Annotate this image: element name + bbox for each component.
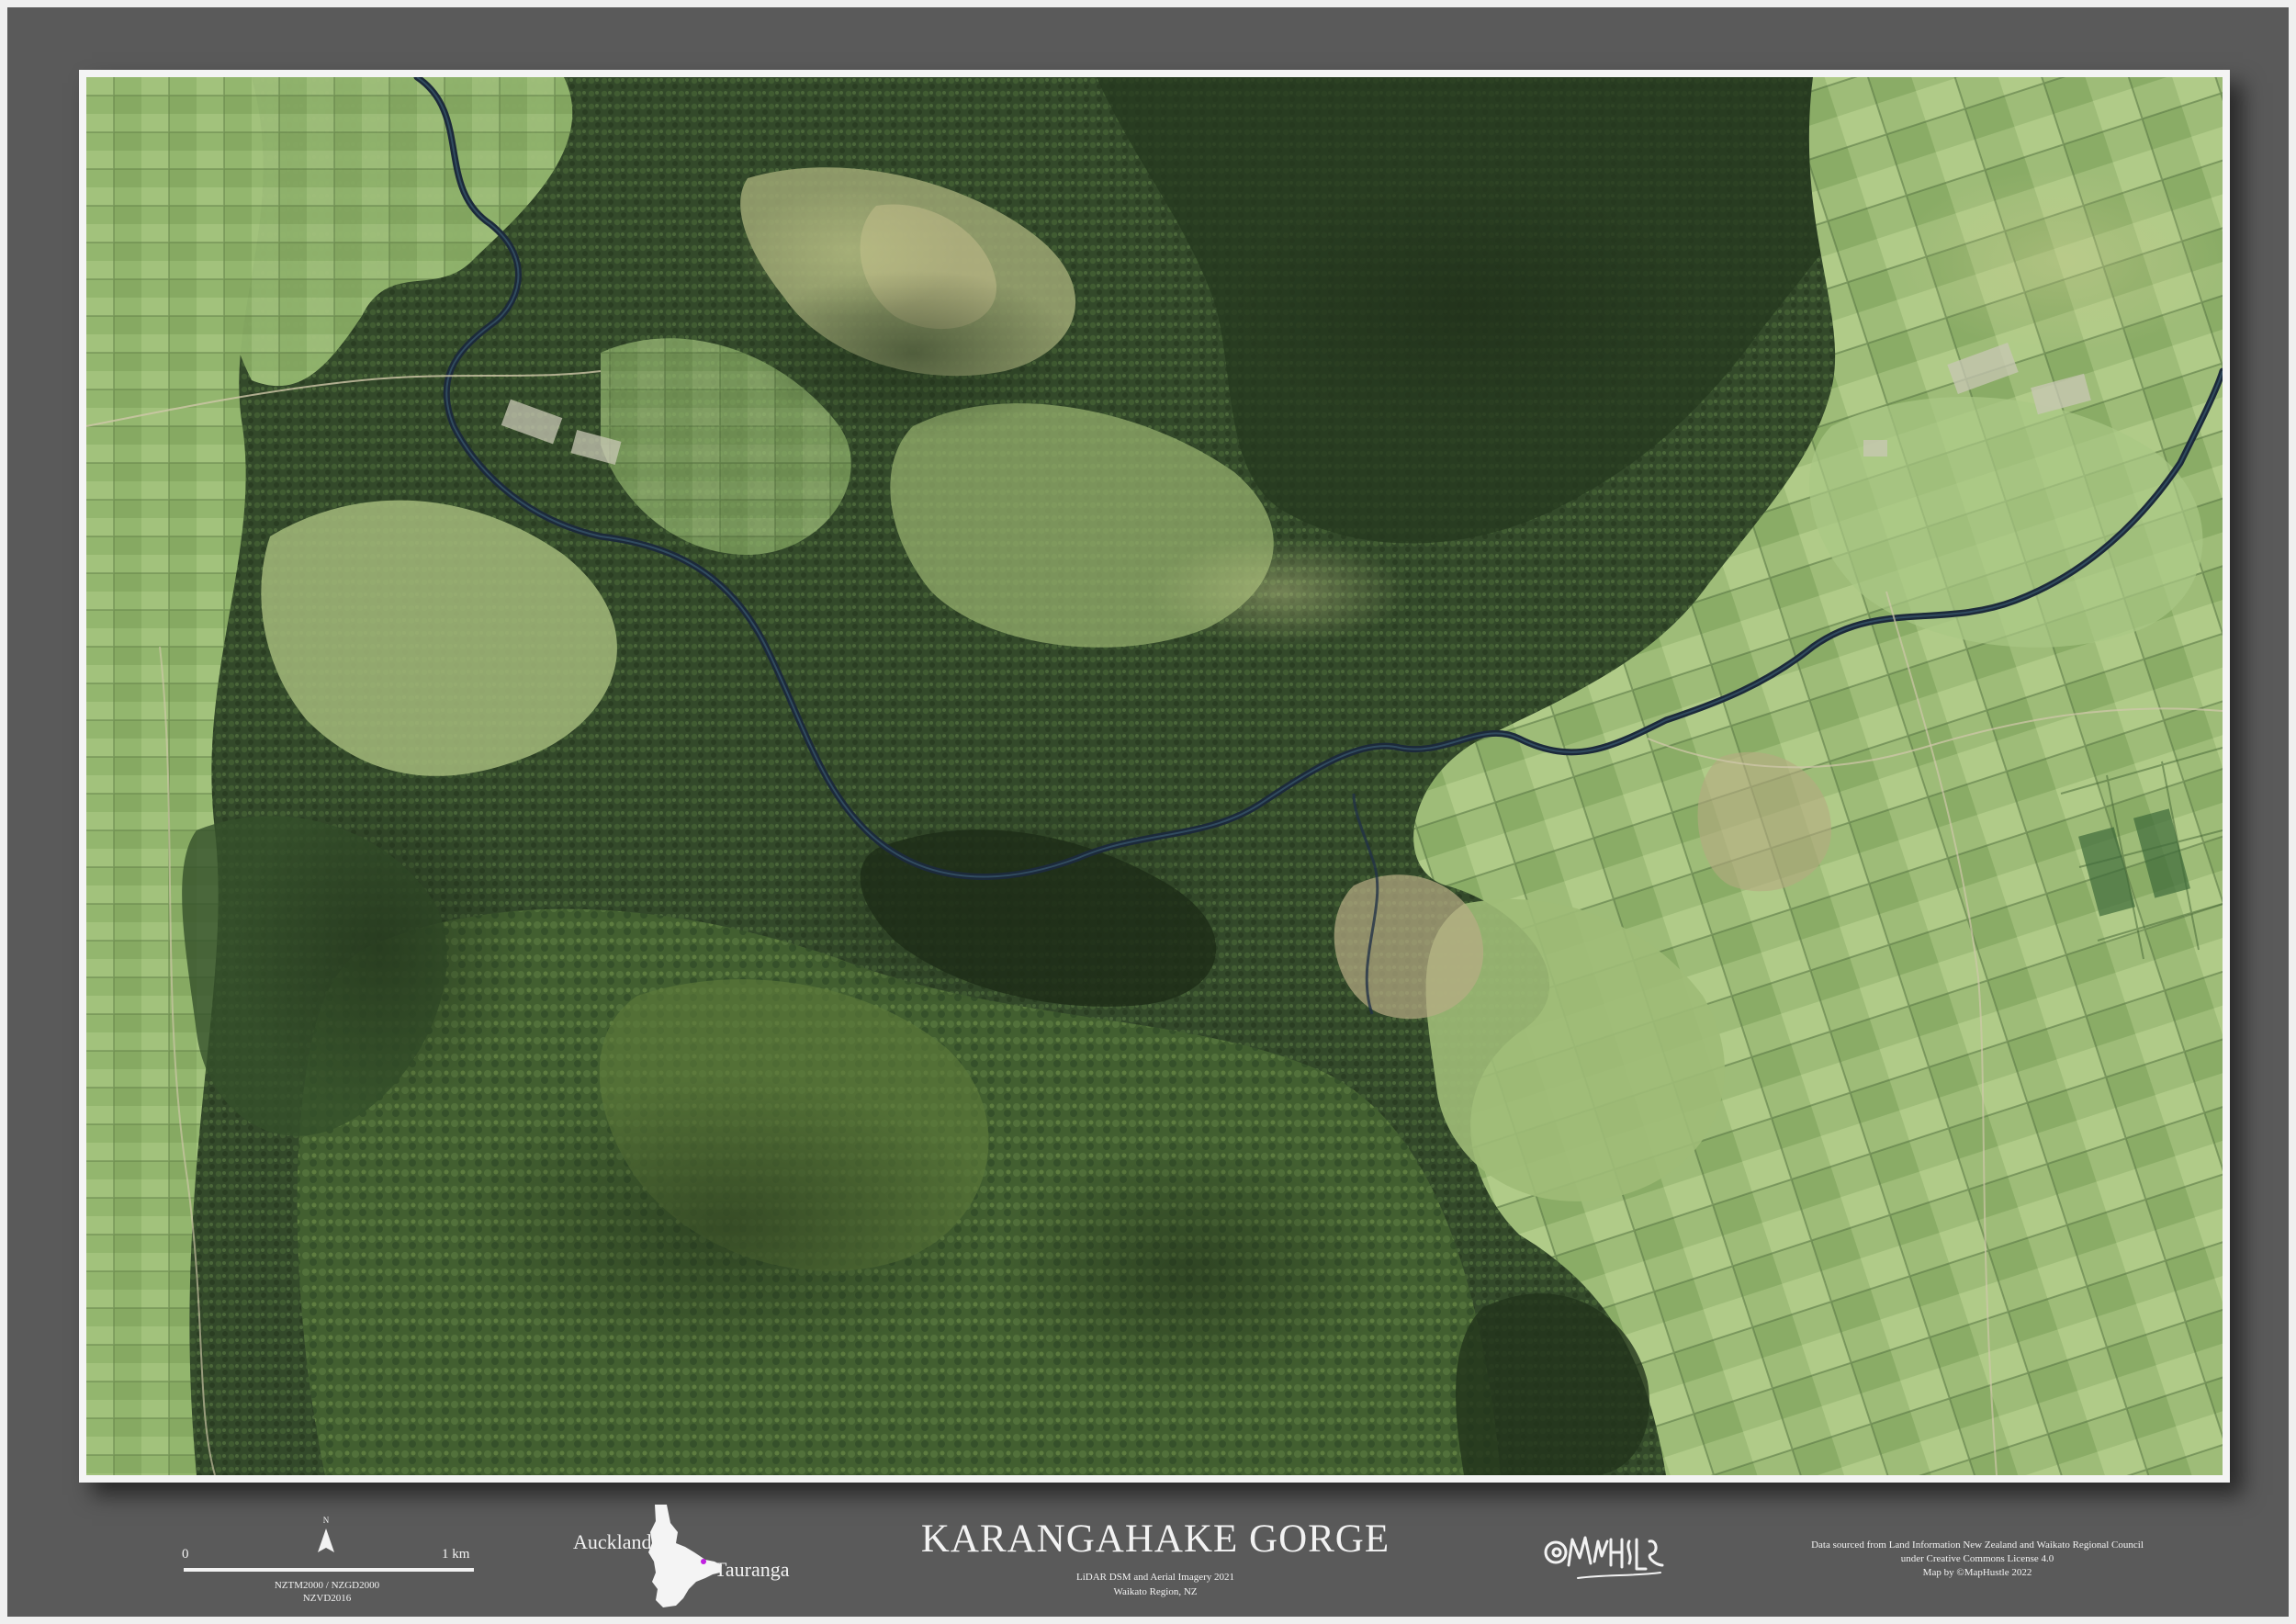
crs-line-1: NZTM2000 / NZGD2000 bbox=[274, 1580, 380, 1591]
inset-label-auckland: Auckland bbox=[573, 1530, 652, 1553]
inset-label-tauranga: Tauranga bbox=[715, 1558, 790, 1581]
north-label: N bbox=[323, 1516, 330, 1525]
scale-bar: 0 1 km N NZTM2000 / NZGD2000 NZVD2016 bbox=[180, 1514, 483, 1624]
map-title: KARANGAHAKE GORGE bbox=[920, 1517, 1390, 1561]
credits-line-3: Map by ©MapHustle 2022 bbox=[1922, 1567, 2032, 1578]
credits-line-1: Data sourced from Land Information New Z… bbox=[1811, 1539, 2144, 1551]
crs-line-2: NZVD2016 bbox=[302, 1593, 352, 1604]
map-subtitle-line-1: LiDAR DSM and Aerial Imagery 2021 bbox=[1076, 1572, 1234, 1583]
inset-locator-map: Auckland Tauranga bbox=[568, 1505, 806, 1615]
scale-bar-line bbox=[184, 1568, 474, 1572]
data-credits: Data sourced from Land Information New Z… bbox=[1752, 1539, 2202, 1580]
map-frame bbox=[79, 70, 2230, 1483]
maphustle-signature-logo bbox=[1541, 1525, 1670, 1591]
poster-background: 0 1 km N NZTM2000 / NZGD2000 NZVD2016 Au… bbox=[7, 7, 2289, 1617]
aerial-map-image bbox=[86, 77, 2223, 1475]
scale-start-label: 0 bbox=[182, 1547, 189, 1562]
map-subtitle-line-2: Waikato Region, NZ bbox=[1113, 1586, 1198, 1597]
north-arrow-icon: N bbox=[315, 1514, 337, 1560]
scale-end-label: 1 km bbox=[442, 1547, 470, 1562]
credits-line-2: under Creative Commons License 4.0 bbox=[1900, 1553, 2054, 1564]
